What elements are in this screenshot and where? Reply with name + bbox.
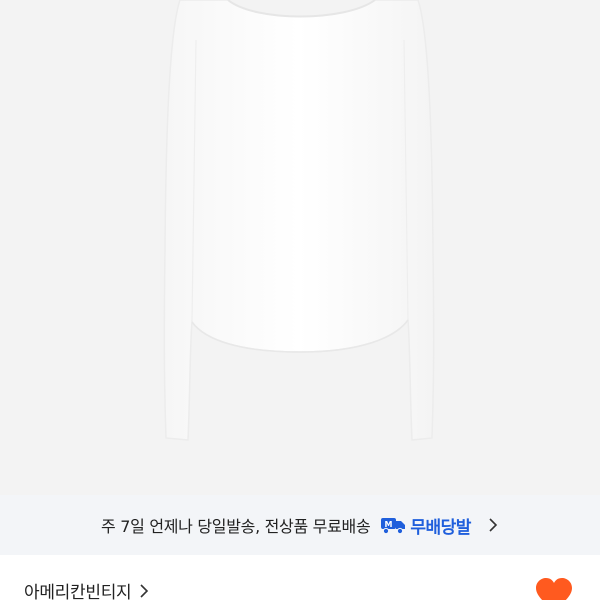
delivery-truck-icon: M: [381, 518, 406, 535]
seller-row: 아메리칸빈티지: [0, 555, 600, 600]
heart-icon[interactable]: [535, 578, 573, 600]
seller-name: 아메리칸빈티지: [24, 583, 132, 600]
delivery-badge[interactable]: M 무배당발: [380, 513, 471, 538]
svg-text:M: M: [385, 520, 393, 529]
product-image[interactable]: [0, 0, 600, 495]
product-photo-top: [163, 0, 435, 441]
seller-link[interactable]: 아메리칸빈티지: [24, 578, 149, 600]
shipping-text: 주 7일 언제나 당일발송, 전상품 무료배송: [101, 517, 371, 536]
free-shipping-banner[interactable]: 주 7일 언제나 당일발송, 전상품 무료배송 M 무배당발: [0, 495, 600, 555]
delivery-badge-label: 무배당발: [410, 517, 471, 538]
chevron-right-icon: [140, 583, 149, 598]
chevron-right-icon[interactable]: [487, 517, 499, 533]
